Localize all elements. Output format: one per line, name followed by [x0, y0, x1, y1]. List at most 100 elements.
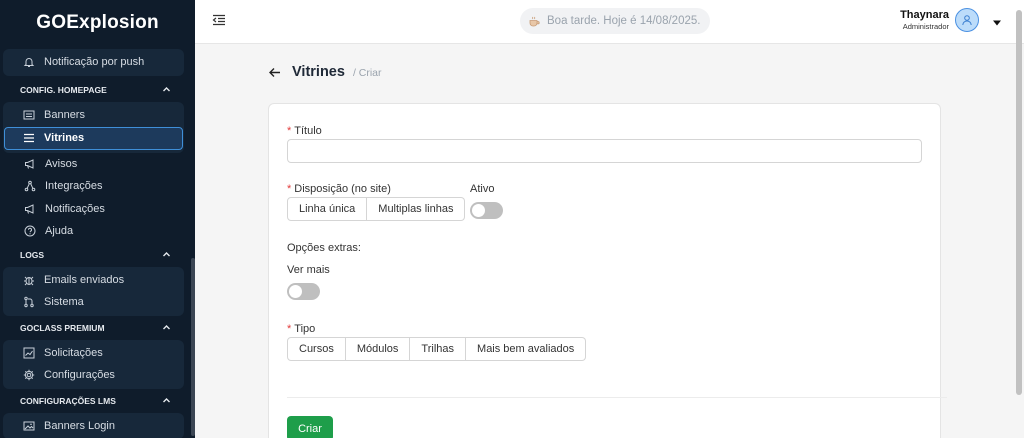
megaphone-icon — [24, 158, 36, 170]
ver-mais-toggle[interactable] — [287, 283, 320, 300]
required-mark: * — [287, 183, 292, 195]
sidebar-item-label: Vitrines — [44, 132, 85, 145]
megaphone-icon — [24, 203, 36, 215]
titulo-label-text: Título — [294, 125, 322, 137]
tipo-option-cursos[interactable]: Cursos — [287, 337, 346, 361]
form-divider — [287, 397, 947, 398]
sidebar-item-push-notification[interactable]: Notificação por push — [3, 51, 184, 74]
greeting-badge: Boa tarde. Hoje é 14/08/2025. — [520, 8, 711, 34]
sidebar-item-banners-login[interactable]: Banners Login — [3, 415, 184, 438]
sidebar-item-label: Configurações — [44, 369, 115, 382]
sidebar-group-homepage: Banners Vitrines — [3, 101, 184, 153]
sidebar-item-integracoes[interactable]: Integrações — [3, 175, 184, 198]
greeting-text: Boa tarde. Hoje é 14/08/2025. — [547, 15, 701, 27]
toggle-knob — [472, 204, 485, 217]
sidebar-item-label: Emails enviados — [44, 273, 125, 286]
section-logs[interactable]: LOGS — [0, 243, 195, 267]
sidebar-item-label: Notificação por push — [44, 56, 145, 69]
image-icon — [23, 420, 35, 432]
ativo-toggle[interactable] — [470, 202, 503, 219]
help-icon — [24, 225, 36, 237]
sidebar-item-configuracoes[interactable]: Configurações — [3, 364, 184, 387]
section-title: CONFIGURAÇÕES LMS — [20, 395, 116, 406]
sidebar-item-solicitacoes[interactable]: Solicitações — [3, 342, 184, 365]
integration-icon — [24, 180, 36, 192]
sidebar-item-label: Avisos — [45, 157, 78, 170]
required-mark: * — [287, 323, 292, 335]
disposicao-segmented: Linha única Multiplas linhas — [287, 197, 466, 221]
disposicao-label: * Disposição (no site) — [287, 183, 391, 195]
disposicao-label-text: Disposição (no site) — [294, 183, 391, 195]
sidebar-item-notificacoes[interactable]: Notificações — [3, 198, 184, 221]
titulo-input[interactable] — [287, 139, 922, 163]
tipo-label-text: Tipo — [294, 323, 316, 335]
section-title: GOCLASS PREMIUM — [20, 322, 105, 333]
user-role: Administrador — [902, 22, 949, 31]
sidebar-item-label: Integrações — [45, 180, 103, 193]
sidebar-scrollbar[interactable] — [191, 258, 195, 436]
disposicao-option-multiplas-linhas[interactable]: Multiplas linhas — [367, 197, 466, 221]
chart-icon — [23, 347, 35, 359]
sidebar-item-label: Solicitações — [44, 346, 103, 359]
back-arrow-icon[interactable] — [268, 66, 281, 79]
user-name: Thaynara — [900, 9, 949, 21]
brand-logo[interactable]: GO Explosion — [0, 0, 195, 45]
ativo-label: Ativo — [470, 183, 495, 195]
chevron-up-icon — [162, 85, 171, 94]
sidebar-item-banners[interactable]: Banners — [3, 104, 184, 127]
user-icon — [962, 15, 972, 26]
tipo-option-modulos[interactable]: Módulos — [345, 337, 411, 361]
form-card: * Título * Disposição (no site) Linha únic… — [268, 103, 947, 438]
logo-suffix: Explosion — [66, 11, 159, 33]
coffee-icon — [528, 15, 541, 28]
tipo-option-mais-bem-avaliados[interactable]: Mais bem avaliados — [466, 337, 587, 361]
required-mark: * — [287, 125, 292, 137]
criar-button[interactable]: Criar — [287, 416, 333, 438]
page-scrollbar[interactable] — [1016, 10, 1022, 395]
tipo-label: * Tipo — [287, 323, 315, 335]
sidebar-item-sistema[interactable]: Sistema — [3, 291, 184, 314]
menu-fold-icon[interactable] — [212, 13, 226, 27]
top-header: Boa tarde. Hoje é 14/08/2025. Thaynara A… — [195, 0, 1024, 44]
logo-prefix: GO — [36, 11, 67, 33]
sidebar-item-label: Ajuda — [45, 225, 74, 238]
section-title: LOGS — [20, 249, 45, 260]
section-config-homepage[interactable]: CONFIG. HOMEPAGE — [0, 78, 195, 102]
ver-mais-label: Ver mais — [287, 264, 330, 276]
tipo-segmented: Cursos Módulos Trilhas Mais bem avaliado… — [287, 337, 587, 361]
disposicao-option-linha-unica[interactable]: Linha única — [287, 197, 368, 221]
section-goclass-premium[interactable]: GOCLASS PREMIUM — [0, 316, 195, 340]
sidebar-item-ajuda[interactable]: Ajuda — [3, 220, 184, 243]
sidebar-item-label: Banners Login — [44, 419, 115, 432]
breadcrumb: / Criar — [352, 67, 382, 79]
sidebar-group-logs: Emails enviados Sistema — [3, 266, 184, 316]
sidebar-item-emails-enviados[interactable]: Emails enviados — [3, 269, 184, 292]
bug-icon — [23, 274, 35, 286]
section-configuracoes-lms[interactable]: CONFIGURAÇÕES LMS — [0, 389, 195, 413]
sidebar-nav: Notificação por push CONFIG. HOMEPAGE Ba… — [0, 45, 195, 438]
gear-icon — [23, 369, 35, 381]
caret-down-icon[interactable] — [992, 16, 1002, 26]
banners-icon — [23, 109, 35, 121]
tipo-option-trilhas[interactable]: Trilhas — [410, 337, 467, 361]
sidebar-item-label: Notificações — [45, 202, 105, 215]
page-header: Vitrines / Criar — [268, 64, 382, 80]
vitrines-icon — [23, 132, 35, 144]
bell-icon — [23, 56, 35, 68]
sidebar-group-premium: Solicitações Configurações — [3, 339, 184, 389]
branch-icon — [23, 296, 35, 308]
sidebar-item-vitrines[interactable]: Vitrines — [4, 127, 183, 150]
chevron-up-icon — [162, 250, 171, 259]
page-title: Vitrines — [292, 64, 345, 80]
section-title: CONFIG. HOMEPAGE — [20, 84, 107, 95]
avatar[interactable] — [955, 8, 979, 32]
sidebar-item-avisos[interactable]: Avisos — [3, 153, 184, 176]
titulo-label: * Título — [287, 125, 322, 137]
sidebar-item-label: Banners — [44, 108, 85, 121]
toggle-knob — [289, 285, 302, 298]
sidebar: GO Explosion Notificação por push CONFIG.… — [0, 0, 195, 438]
sidebar-group-lms: Banners Login — [3, 412, 184, 438]
opcoes-extras-label: Opções extras: — [287, 242, 361, 254]
chevron-up-icon — [162, 396, 171, 405]
user-menu[interactable]: Thaynara Administrador — [900, 8, 979, 32]
